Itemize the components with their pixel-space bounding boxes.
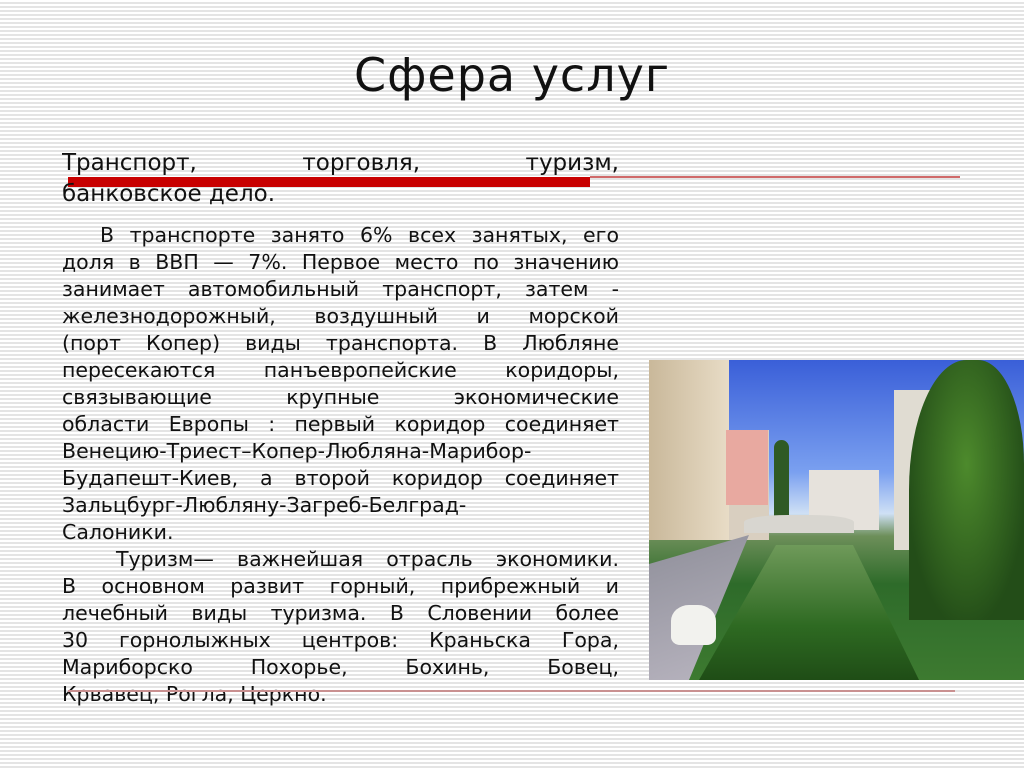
text-line: Будапешт-Киев, а второй коридор соединяе…: [62, 466, 619, 490]
text-line: пересекаются панъевропейские коридоры,: [62, 358, 619, 382]
text-line: Мариборско Похорье, Бохинь, Бовец,: [62, 655, 619, 679]
text-line: В основном развит горный, прибрежный и: [62, 574, 619, 598]
text-line: Венецию-Триест–Копер-Любляна-Марибор-: [62, 439, 532, 463]
accent-line: [590, 176, 960, 178]
text-line: области Европы : первый коридор соединяе…: [62, 412, 619, 436]
text-line: Туризм— важнейшая отрасль экономики.: [116, 547, 619, 571]
lead-text: Транспорт, торговля, туризм, банковское …: [62, 148, 619, 210]
text-line: железнодорожный, воздушный и морской: [62, 304, 619, 328]
photo-ljubljana-canal: [649, 360, 1024, 680]
church: [726, 430, 768, 505]
text-line: Зальцбург-Любляну-Загреб-Белград-: [62, 493, 467, 517]
text-line: связывающие крупные экономические: [62, 385, 619, 409]
text-line: 30 горнолыжных центров: Краньска Гора,: [62, 628, 619, 652]
text-line: лечебный виды туризма. В Словении более: [62, 601, 619, 625]
bottom-divider: [68, 690, 955, 692]
body-text: В транспорте занято 6% всех занятых, его…: [62, 222, 619, 708]
text-line: (порт Копер) виды транспорта. В Любляне: [62, 331, 619, 355]
text-line: Салоники.: [62, 520, 174, 544]
text-line: банковское дело.: [62, 181, 276, 207]
text-line: Крвавец, Рогла, Церкно.: [62, 682, 327, 706]
text-line: Транспорт, торговля, туризм,: [62, 150, 619, 176]
text-line: занимает автомобильный транспорт, затем …: [62, 277, 619, 301]
willow-tree: [909, 360, 1024, 620]
boat: [671, 605, 716, 645]
text-line: доля в ВВП — 7%. Первое место по значени…: [62, 250, 619, 274]
slide-title: Сфера услуг: [353, 48, 671, 102]
building: [649, 360, 729, 540]
text-line: В транспорте занято 6% всех занятых, его: [100, 223, 619, 247]
bridge: [744, 515, 854, 533]
